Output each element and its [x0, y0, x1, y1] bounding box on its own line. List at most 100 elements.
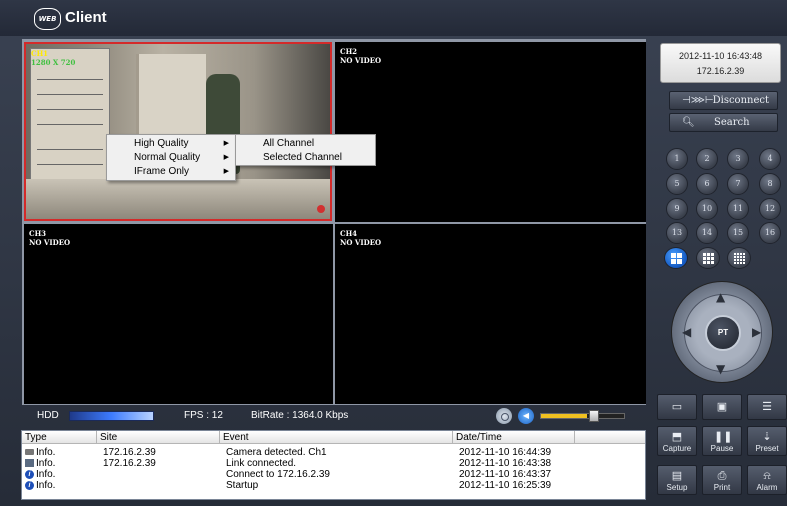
ptz-right-icon[interactable]: ▶ [752, 325, 761, 339]
setup-button[interactable]: ▤ Setup [657, 465, 697, 495]
channel-button-11[interactable]: 11 [727, 198, 749, 220]
channel-button-12[interactable]: 12 [759, 198, 781, 220]
capture-label: Capture [662, 444, 692, 453]
pause-icon: ❚❚ [714, 431, 733, 443]
channel-status: NO VIDEO [340, 238, 382, 247]
channel-resolution: 1280 X 720 [31, 58, 76, 67]
ptz-down-icon[interactable]: ▼ [716, 362, 725, 376]
ptz-control: ▲ ▼ ◀ ▶ PT [671, 281, 773, 383]
log-row[interactable]: i Info. Connect to 172.16.2.39 2012-11-10… [22, 469, 645, 480]
menu-item-selected-channel[interactable]: Selected Channel [236, 151, 375, 165]
channel-button-13[interactable]: 13 [666, 222, 688, 244]
column-header-site[interactable]: Site [97, 431, 220, 444]
quality-submenu: All Channel Selected Channel [235, 134, 376, 166]
title-bar: WEB Client [0, 0, 787, 36]
log-datetime: 2012-11-10 16:44:39 [459, 447, 552, 458]
video-cell-ch1[interactable]: CH1 1280 X 720 [24, 42, 332, 221]
video-cell-ch2[interactable]: CH2 NO VIDEO [335, 42, 646, 222]
channel-button-14[interactable]: 14 [696, 222, 718, 244]
log-site: 172.16.2.39 [103, 447, 156, 458]
layout-4-split-button[interactable] [664, 247, 688, 269]
channel-button-4[interactable]: 4 [759, 148, 781, 170]
channel-label: CH4 NO VIDEO [340, 229, 381, 247]
channel-button-16[interactable]: 16 [759, 222, 781, 244]
video-cell-ch4[interactable]: CH4 NO VIDEO [335, 224, 646, 404]
column-header-type[interactable]: Type [22, 431, 97, 444]
menu-item-all-channel[interactable]: All Channel [236, 137, 375, 151]
channel-button-3[interactable]: 3 [727, 148, 749, 170]
channel-status: NO VIDEO [340, 56, 382, 65]
log-row[interactable]: i Info. Startup 2012-11-10 16:25:39 [22, 480, 645, 491]
camera-icon [25, 449, 34, 456]
alarm-button[interactable]: ⍾ Alarm [747, 465, 787, 495]
disconnect-button[interactable]: ⊣⋙⊢ Disconnect [669, 91, 778, 110]
submenu-arrow-icon: ▶ [223, 154, 229, 161]
log-type-text: Info. [36, 447, 56, 458]
log-row[interactable]: Info. 172.16.2.39 Camera detected. Ch1 2… [22, 447, 645, 458]
log-type: Info. [22, 458, 55, 469]
volume-slider-knob[interactable] [589, 410, 599, 422]
list-view-button[interactable]: ☰ [747, 394, 787, 420]
ptz-up-icon[interactable]: ▲ [716, 290, 725, 304]
print-icon: ⎙ [717, 470, 727, 482]
volume-slider[interactable] [540, 410, 625, 422]
menu-item-normal-quality[interactable]: Normal Quality ▶ [107, 151, 235, 165]
video-cell-ch3[interactable]: CH3 NO VIDEO [24, 224, 333, 404]
channel-button-2[interactable]: 2 [696, 148, 718, 170]
audio-output-icon[interactable] [496, 408, 512, 424]
channel-button-9[interactable]: 9 [666, 198, 688, 220]
single-view-button[interactable]: ▭ [657, 394, 697, 420]
web-logo-icon: WEB [34, 8, 61, 30]
menu-item-iframe-only[interactable]: IFrame Only ▶ [107, 165, 235, 179]
channel-button-1[interactable]: 1 [666, 148, 688, 170]
info-icon: i [25, 480, 34, 490]
layout-16-split-button[interactable] [727, 247, 751, 269]
connected-ip: 172.16.2.39 [696, 66, 745, 76]
pause-button[interactable]: ❚❚ Pause [702, 426, 742, 456]
menu-item-label: Normal Quality [134, 152, 201, 163]
column-header-event[interactable]: Event [220, 431, 453, 444]
log-type: i Info. [22, 480, 55, 491]
log-row[interactable]: Info. 172.16.2.39 Link connected. 2012-1… [22, 458, 645, 469]
image-view-icon: ▣ [716, 401, 728, 413]
app-title: Client [65, 9, 107, 26]
record-dot-icon [317, 205, 325, 213]
channel-button-8[interactable]: 8 [759, 173, 781, 195]
log-event: Startup [226, 480, 259, 491]
counter-in-feed [26, 179, 330, 219]
search-button[interactable]: 🔍︎ Search [669, 113, 778, 132]
log-type-text: Info. [36, 480, 56, 491]
capture-button[interactable]: ⬒ Capture [657, 426, 697, 456]
list-view-icon: ☰ [762, 401, 772, 413]
alarm-label: Alarm [756, 483, 778, 492]
menu-item-label: IFrame Only [134, 166, 190, 177]
menu-item-high-quality[interactable]: High Quality ▶ [107, 137, 235, 151]
channel-button-7[interactable]: 7 [727, 173, 749, 195]
layout-9-split-button[interactable] [696, 247, 720, 269]
disconnect-icon: ⊣⋙⊢ [682, 95, 714, 106]
volume-icon[interactable]: ◀ [518, 408, 534, 424]
ptz-left-icon[interactable]: ◀ [682, 325, 691, 339]
setup-label: Setup [666, 483, 688, 492]
bitrate-label: BitRate : 1364.0 Kbps [251, 410, 349, 421]
status-strip: HDD FPS : 12 BitRate : 1364.0 Kbps ◀ [22, 406, 646, 426]
channel-button-15[interactable]: 15 [727, 222, 749, 244]
channel-button-6[interactable]: 6 [696, 173, 718, 195]
ptz-center-button[interactable]: PT [705, 315, 741, 351]
channel-button-10[interactable]: 10 [696, 198, 718, 220]
print-button[interactable]: ⎙ Print [702, 465, 742, 495]
menu-item-label: High Quality [134, 138, 189, 149]
log-event: Link connected. [226, 458, 297, 469]
log-type-text: Info. [36, 469, 56, 480]
logo-text: WEB [38, 15, 57, 23]
control-panel: 2012-11-10 16:43:48 172.16.2.39 ⊣⋙⊢ Disc… [653, 36, 787, 506]
channel-button-5[interactable]: 5 [666, 173, 688, 195]
preset-button[interactable]: ⇣ Preset [747, 426, 787, 456]
channel-label: CH1 1280 X 720 [31, 49, 75, 67]
log-header: Type Site Event Date/Time [22, 431, 645, 444]
grid-16-icon [734, 253, 745, 264]
submenu-arrow-icon: ▶ [223, 140, 229, 147]
image-view-button[interactable]: ▣ [702, 394, 742, 420]
log-type: i Info. [22, 469, 55, 480]
column-header-datetime[interactable]: Date/Time [453, 431, 575, 444]
